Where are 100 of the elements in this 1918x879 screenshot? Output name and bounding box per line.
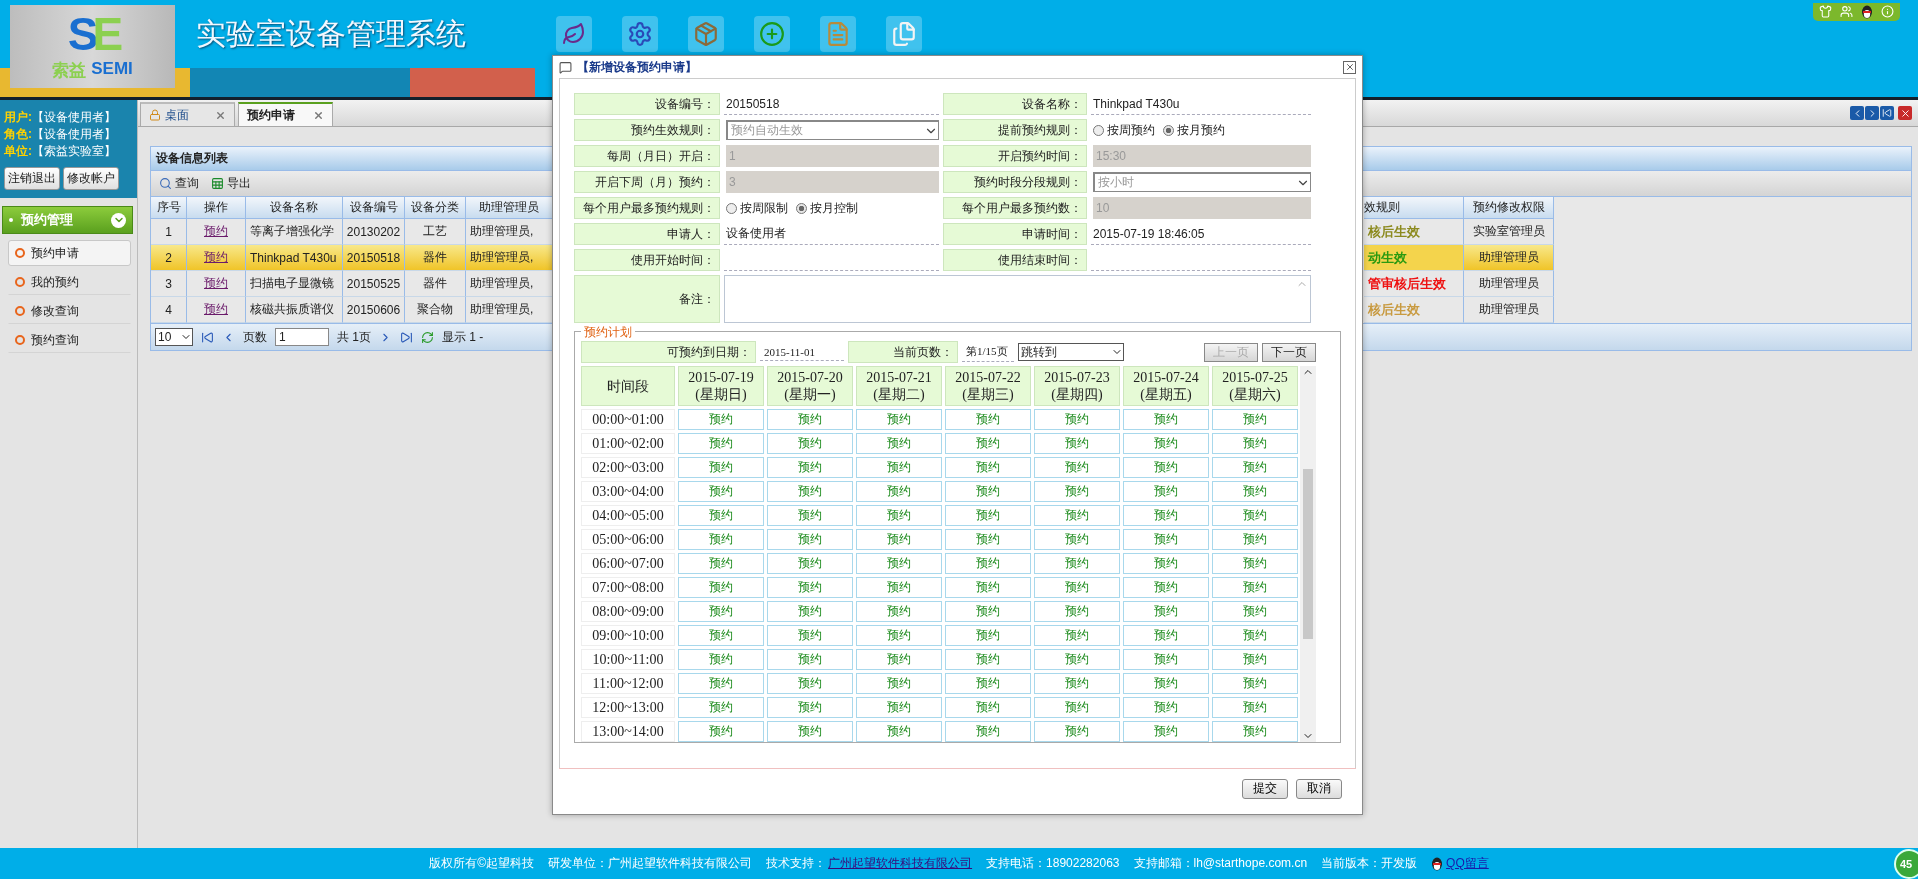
reserve-slot[interactable]: 预约 xyxy=(1123,409,1209,430)
tab-prev-button[interactable] xyxy=(1850,106,1864,120)
reserve-slot[interactable]: 预约 xyxy=(945,553,1031,574)
reserve-slot[interactable]: 预约 xyxy=(1212,529,1298,550)
reserve-slot[interactable]: 预约 xyxy=(1123,457,1209,478)
reserve-slot[interactable]: 预约 xyxy=(1123,505,1209,526)
reserve-slot[interactable]: 预约 xyxy=(678,625,764,646)
reserve-slot[interactable]: 预约 xyxy=(1123,601,1209,622)
reserve-slot[interactable]: 预约 xyxy=(856,553,942,574)
radio-option[interactable]: 按月控制 xyxy=(796,199,858,217)
reserve-slot[interactable]: 预约 xyxy=(856,409,942,430)
reserve-slot[interactable]: 预约 xyxy=(945,721,1031,742)
dialog-button[interactable]: 提交 xyxy=(1242,778,1288,799)
reserve-link[interactable]: 预约 xyxy=(204,301,228,318)
reserve-slot[interactable]: 预约 xyxy=(678,409,764,430)
tab[interactable]: 桌面 xyxy=(140,102,235,126)
radio-option[interactable]: 按月预约 xyxy=(1163,121,1225,139)
reserve-slot[interactable]: 预约 xyxy=(767,673,853,694)
reserve-slot[interactable]: 预约 xyxy=(856,505,942,526)
reserve-slot[interactable]: 预约 xyxy=(945,481,1031,502)
reserve-slot[interactable]: 预约 xyxy=(1034,457,1120,478)
scrollbar[interactable] xyxy=(1300,366,1316,742)
reserve-slot[interactable]: 预约 xyxy=(1212,625,1298,646)
reserve-slot[interactable]: 预约 xyxy=(945,457,1031,478)
last-page-icon[interactable] xyxy=(400,330,413,344)
reserve-slot[interactable]: 预约 xyxy=(767,409,853,430)
reserve-slot[interactable]: 预约 xyxy=(1212,721,1298,742)
menu-item[interactable]: 我的预约 xyxy=(8,269,131,295)
reserve-slot[interactable]: 预约 xyxy=(767,481,853,502)
radio-button[interactable] xyxy=(1163,124,1174,136)
reserve-slot[interactable]: 预约 xyxy=(678,601,764,622)
radio-button[interactable] xyxy=(726,202,737,214)
tab-next-button[interactable] xyxy=(1865,106,1879,120)
refresh-icon[interactable] xyxy=(421,330,434,344)
reserve-slot[interactable]: 预约 xyxy=(1034,625,1120,646)
reserve-slot[interactable]: 预约 xyxy=(767,457,853,478)
reserve-slot[interactable]: 预约 xyxy=(678,457,764,478)
reserve-slot[interactable]: 预约 xyxy=(767,721,853,742)
reserve-slot[interactable]: 预约 xyxy=(767,649,853,670)
tab-first-button[interactable] xyxy=(1880,106,1894,120)
shirt-icon[interactable] xyxy=(1819,5,1832,18)
reserve-slot[interactable]: 预约 xyxy=(1123,529,1209,550)
reserve-slot[interactable]: 预约 xyxy=(856,577,942,598)
reserve-slot[interactable]: 预约 xyxy=(856,673,942,694)
reserve-slot[interactable]: 预约 xyxy=(767,697,853,718)
reserve-slot[interactable]: 预约 xyxy=(945,697,1031,718)
reserve-slot[interactable]: 预约 xyxy=(945,601,1031,622)
toolbar-button[interactable]: 导出 xyxy=(207,173,255,194)
toolbar-button[interactable]: 查询 xyxy=(155,173,203,194)
reserve-slot[interactable]: 预约 xyxy=(1123,625,1209,646)
reserve-slot[interactable]: 预约 xyxy=(856,457,942,478)
reserve-slot[interactable]: 预约 xyxy=(678,649,764,670)
users-icon[interactable] xyxy=(1840,5,1853,18)
reserve-slot[interactable]: 预约 xyxy=(856,433,942,454)
reserve-slot[interactable]: 预约 xyxy=(678,433,764,454)
radio-button[interactable] xyxy=(1093,124,1104,136)
reserve-slot[interactable]: 预约 xyxy=(767,601,853,622)
menu-item[interactable]: 修改查询 xyxy=(8,298,131,324)
radio-option[interactable]: 按周预约 xyxy=(1093,121,1155,139)
reserve-slot[interactable]: 预约 xyxy=(767,577,853,598)
reserve-slot[interactable]: 预约 xyxy=(767,433,853,454)
reserve-slot[interactable]: 预约 xyxy=(1034,433,1120,454)
reserve-slot[interactable]: 预约 xyxy=(1034,481,1120,502)
reserve-slot[interactable]: 预约 xyxy=(1212,409,1298,430)
reserve-link[interactable]: 预约 xyxy=(204,275,228,292)
reserve-slot[interactable]: 预约 xyxy=(1123,553,1209,574)
reserve-slot[interactable]: 预约 xyxy=(1212,577,1298,598)
page-input[interactable]: 1 xyxy=(275,328,329,346)
reserve-slot[interactable]: 预约 xyxy=(1123,481,1209,502)
reserve-slot[interactable]: 预约 xyxy=(678,553,764,574)
reserve-slot[interactable]: 预约 xyxy=(1212,601,1298,622)
select-field[interactable]: 预约自动生效 xyxy=(726,120,939,140)
reserve-slot[interactable]: 预约 xyxy=(678,481,764,502)
close-icon[interactable] xyxy=(215,109,226,121)
files-icon[interactable] xyxy=(886,16,922,52)
reserve-slot[interactable]: 预约 xyxy=(856,649,942,670)
jump-select[interactable]: 跳转到 xyxy=(1018,343,1124,361)
account-button[interactable]: 修改帐户 xyxy=(63,167,119,190)
reserve-slot[interactable]: 预约 xyxy=(1212,649,1298,670)
close-all-button[interactable] xyxy=(1898,106,1912,120)
reserve-slot[interactable]: 预约 xyxy=(1212,505,1298,526)
reserve-slot[interactable]: 预约 xyxy=(856,697,942,718)
reserve-slot[interactable]: 预约 xyxy=(1212,433,1298,454)
qq-link[interactable]: QQ留言 xyxy=(1446,855,1489,872)
reserve-slot[interactable]: 预约 xyxy=(856,625,942,646)
info-icon[interactable] xyxy=(1881,5,1894,18)
footer-link[interactable]: 广州起望软件科技有限公司 xyxy=(828,855,973,872)
reserve-slot[interactable]: 预约 xyxy=(1034,673,1120,694)
reserve-slot[interactable]: 预约 xyxy=(1212,553,1298,574)
first-page-icon[interactable] xyxy=(201,330,214,344)
reserve-slot[interactable]: 预约 xyxy=(856,481,942,502)
reserve-slot[interactable]: 预约 xyxy=(1034,577,1120,598)
close-icon[interactable] xyxy=(313,109,324,121)
reserve-slot[interactable]: 预约 xyxy=(678,505,764,526)
reserve-slot[interactable]: 预约 xyxy=(1123,673,1209,694)
package-icon[interactable] xyxy=(688,16,724,52)
reserve-slot[interactable]: 预约 xyxy=(856,601,942,622)
reserve-slot[interactable]: 预约 xyxy=(945,529,1031,550)
reserve-slot[interactable]: 预约 xyxy=(767,625,853,646)
radio-button[interactable] xyxy=(796,202,807,214)
